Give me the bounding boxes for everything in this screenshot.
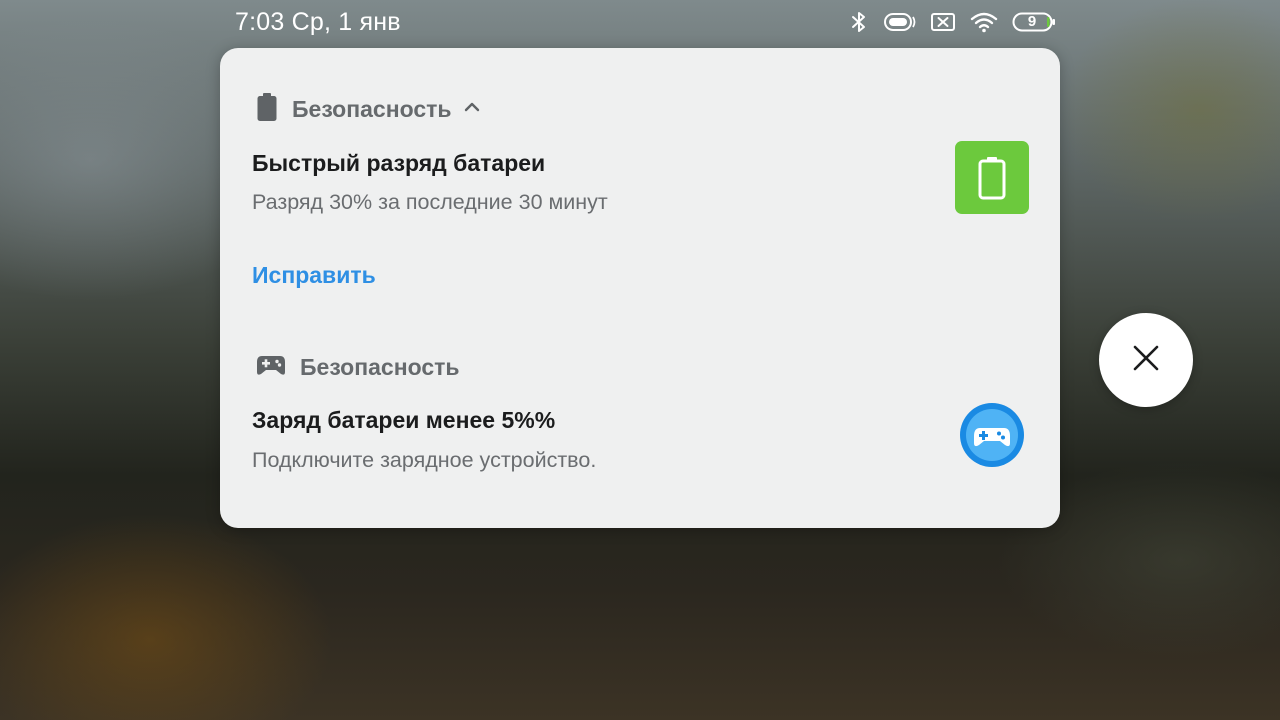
notification-title: Быстрый разряд батареи (252, 150, 546, 176)
app-name: Безопасность (300, 353, 460, 380)
notification-header: Безопасность (256, 352, 460, 382)
gamepad-icon (256, 353, 286, 382)
notification-body: Подключите зарядное устройство. (252, 448, 597, 472)
notification-title: Заряд батареи менее 5%% (252, 407, 556, 433)
notification-screen: 7:03 Ср, 1 янв 9 Безопасность Быстрый ра… (0, 0, 1280, 720)
battery-icon: 9 (1012, 11, 1056, 33)
battery-icon (955, 141, 1029, 214)
gamepad-icon (960, 403, 1024, 467)
notification-body: Разряд 30% за последние 30 минут (252, 190, 608, 214)
battery-icon (256, 92, 278, 126)
app-name: Безопасность (292, 95, 452, 122)
status-icons: 9 (850, 9, 1056, 35)
close-icon (1132, 344, 1160, 377)
fix-button[interactable]: Исправить (252, 262, 376, 289)
wifi-icon (970, 11, 998, 33)
chevron-up-icon[interactable] (464, 100, 480, 118)
no-sim-icon (930, 11, 956, 33)
notification-header: Безопасность (256, 92, 480, 126)
status-time-date: 7:03 Ср, 1 янв (235, 8, 401, 36)
battery-level: 9 (1027, 13, 1037, 30)
vibrate-icon (882, 11, 916, 33)
notification-panel: Безопасность Быстрый разряд батареи Разр… (220, 48, 1060, 528)
bluetooth-icon (850, 10, 868, 34)
close-button[interactable] (1099, 313, 1193, 407)
